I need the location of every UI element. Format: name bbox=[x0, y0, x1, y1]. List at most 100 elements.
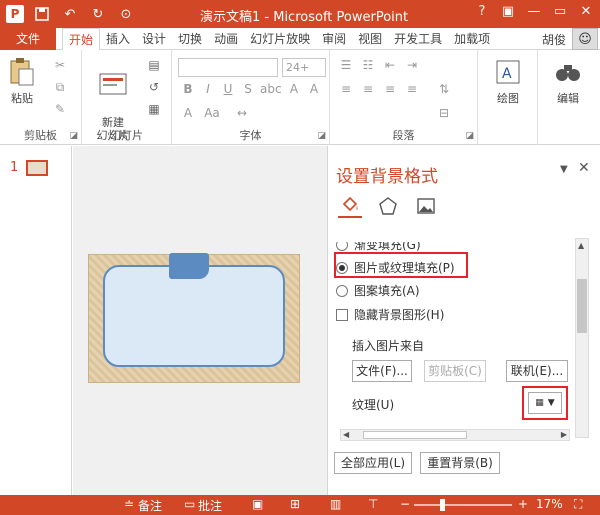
scroll-left-icon[interactable]: ◀ bbox=[343, 430, 349, 439]
pane-close-icon[interactable]: ✕ bbox=[578, 160, 590, 176]
comments-icon[interactable]: ▭ bbox=[184, 497, 195, 511]
reset-icon[interactable]: ↺ bbox=[144, 80, 164, 98]
dialog-launcher-icon[interactable]: ◪ bbox=[69, 131, 78, 141]
char-spacing-icon[interactable]: ↔ bbox=[232, 106, 252, 124]
grow-font-icon[interactable]: A bbox=[284, 82, 304, 100]
align-center-icon[interactable]: ≡ bbox=[358, 82, 378, 100]
cut-icon[interactable]: ✂ bbox=[50, 58, 70, 76]
hide-background-option[interactable]: 隐藏背景图形(H) bbox=[336, 306, 444, 323]
font-size-combo[interactable]: 24+ bbox=[282, 58, 326, 77]
close-icon[interactable]: ✕ bbox=[578, 4, 594, 22]
tab-home[interactable]: 开始 bbox=[62, 28, 101, 51]
picture-fill-highlight bbox=[334, 252, 468, 278]
slide-canvas[interactable] bbox=[88, 253, 300, 383]
minimize-icon[interactable]: — bbox=[526, 4, 542, 22]
effects-pentagon-icon[interactable] bbox=[376, 194, 400, 218]
reading-view-icon[interactable]: ▥ bbox=[330, 497, 341, 511]
apply-all-button[interactable]: 全部应用(L) bbox=[334, 452, 412, 474]
zoom-slider-thumb[interactable] bbox=[440, 499, 445, 511]
zoom-in-icon[interactable]: + bbox=[518, 497, 528, 511]
underline-icon[interactable]: U bbox=[218, 82, 238, 100]
justify-icon[interactable]: ≡ bbox=[402, 82, 422, 100]
clipboard-button[interactable]: 剪贴板(C) bbox=[424, 360, 486, 382]
tab-insert[interactable]: 插入 bbox=[100, 28, 136, 50]
help-icon[interactable]: ? bbox=[474, 4, 490, 22]
tab-animations[interactable]: 动画 bbox=[208, 28, 244, 50]
font-launcher-icon[interactable]: ◪ bbox=[317, 131, 326, 141]
section-icon[interactable]: ▦ bbox=[144, 102, 164, 120]
undo-icon[interactable]: ↶ bbox=[60, 4, 80, 24]
change-case-icon[interactable]: Aa bbox=[202, 106, 222, 124]
format-painter-icon[interactable]: ✎ bbox=[50, 102, 70, 120]
slide-sorter-icon[interactable]: ⊞ bbox=[290, 497, 300, 511]
align-text-icon[interactable]: ⊟ bbox=[434, 106, 454, 124]
tab-developer[interactable]: 开发工具 bbox=[388, 28, 448, 50]
tab-addins[interactable]: 加载项 bbox=[448, 28, 496, 50]
align-right-icon[interactable]: ≡ bbox=[380, 82, 400, 100]
fit-slide-icon[interactable]: ⛶ bbox=[574, 497, 582, 512]
tab-view[interactable]: 视图 bbox=[352, 28, 388, 50]
layout-icon[interactable]: ▤ bbox=[144, 58, 164, 76]
zoom-level[interactable]: 17% bbox=[536, 497, 563, 511]
reset-background-button[interactable]: 重置背景(B) bbox=[420, 452, 500, 474]
pane-vertical-scrollbar[interactable]: ▲ bbox=[575, 238, 589, 438]
hide-background-checkbox[interactable] bbox=[336, 308, 348, 321]
pattern-fill-option[interactable]: 图案填充(A) bbox=[336, 282, 420, 299]
tab-transitions[interactable]: 切换 bbox=[172, 28, 208, 50]
normal-view-icon[interactable]: ▣ bbox=[252, 497, 263, 511]
italic-icon[interactable]: I bbox=[198, 82, 218, 100]
fill-bucket-icon[interactable] bbox=[338, 194, 362, 218]
scroll-right-icon[interactable]: ▶ bbox=[561, 430, 567, 439]
file-button[interactable]: 文件(F)... bbox=[352, 360, 412, 382]
shapes-icon: A bbox=[492, 56, 524, 88]
slide-thumbnail[interactable] bbox=[26, 160, 48, 176]
picture-icon[interactable] bbox=[414, 194, 438, 218]
drawing-button[interactable]: A 绘图 bbox=[488, 56, 528, 106]
present-icon[interactable]: ⊙ bbox=[116, 4, 136, 24]
pane-horizontal-scrollbar[interactable]: ◀ ▶ bbox=[340, 429, 570, 441]
paste-button[interactable]: 粘贴 bbox=[6, 56, 38, 106]
notes-icon[interactable]: ≐ bbox=[124, 497, 134, 511]
copy-icon[interactable]: ⧉ bbox=[50, 80, 70, 98]
bullets-icon[interactable]: ☰ bbox=[336, 58, 356, 76]
zoom-slider-track[interactable] bbox=[414, 504, 512, 506]
shadow-icon[interactable]: S bbox=[238, 82, 258, 100]
save-icon[interactable] bbox=[32, 4, 52, 24]
tab-slideshow[interactable]: 幻灯片放映 bbox=[244, 28, 316, 50]
comments-button[interactable]: 批注 bbox=[198, 497, 222, 514]
editing-button[interactable]: 编辑 bbox=[548, 56, 588, 106]
tab-file[interactable]: 文件 bbox=[0, 28, 56, 50]
tab-review[interactable]: 审阅 bbox=[316, 28, 352, 50]
decrease-indent-icon[interactable]: ⇤ bbox=[380, 58, 400, 76]
paragraph-launcher-icon[interactable]: ◪ bbox=[465, 131, 474, 141]
online-button[interactable]: 联机(E)... bbox=[506, 360, 568, 382]
notes-button[interactable]: 备注 bbox=[138, 497, 162, 514]
bold-icon[interactable]: B bbox=[178, 82, 198, 100]
shrink-font-icon[interactable]: A bbox=[304, 82, 324, 100]
pane-options-icon[interactable]: ▼ bbox=[560, 164, 568, 175]
font-color-icon[interactable]: A bbox=[178, 106, 198, 124]
slide-flag-shape[interactable] bbox=[169, 253, 209, 279]
redo-icon[interactable]: ↻ bbox=[88, 4, 108, 24]
ribbon-display-icon[interactable]: ▣ bbox=[500, 4, 516, 22]
zoom-out-icon[interactable]: − bbox=[400, 497, 410, 511]
horizontal-scroll-thumb[interactable] bbox=[363, 431, 467, 439]
numbering-icon[interactable]: ☷ bbox=[358, 58, 378, 76]
avatar[interactable]: ☺ bbox=[572, 28, 598, 50]
increase-indent-icon[interactable]: ⇥ bbox=[402, 58, 422, 76]
pattern-fill-radio[interactable] bbox=[336, 284, 348, 297]
align-left-icon[interactable]: ≡ bbox=[336, 82, 356, 100]
font-name-combo[interactable] bbox=[178, 58, 278, 77]
slideshow-icon[interactable]: ⊤ bbox=[368, 497, 378, 511]
scroll-up-icon[interactable]: ▲ bbox=[578, 241, 584, 250]
user-name[interactable]: 胡俊 bbox=[542, 31, 566, 48]
gradient-fill-option[interactable]: 渐变填充(G) bbox=[336, 242, 421, 253]
gradient-fill-radio[interactable] bbox=[336, 242, 348, 251]
text-direction-icon[interactable]: ⇅ bbox=[434, 82, 454, 100]
tab-design[interactable]: 设计 bbox=[136, 28, 172, 50]
slide-rounded-card[interactable] bbox=[103, 265, 285, 367]
maximize-icon[interactable]: ▭ bbox=[552, 4, 568, 22]
texture-label: 纹理(U) bbox=[352, 398, 395, 412]
strikethrough-icon[interactable]: abc bbox=[260, 82, 282, 100]
vertical-scroll-thumb[interactable] bbox=[577, 279, 587, 333]
